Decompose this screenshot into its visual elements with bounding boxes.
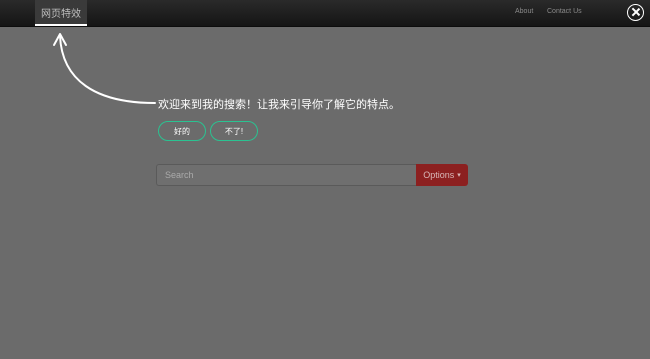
caret-down-icon: ▾ [457,172,461,179]
options-dropdown-button[interactable]: Options ▾ [416,164,468,186]
search-input[interactable] [156,164,416,186]
options-label: Options [423,170,455,180]
tour-ok-button[interactable]: 好的 [158,121,206,141]
tour-message: 欢迎来到我的搜索！让我来引导你了解它的特点。 [158,98,400,111]
tour-decline-button[interactable]: 不了! [210,121,258,141]
search-group: Options ▾ [156,164,468,186]
